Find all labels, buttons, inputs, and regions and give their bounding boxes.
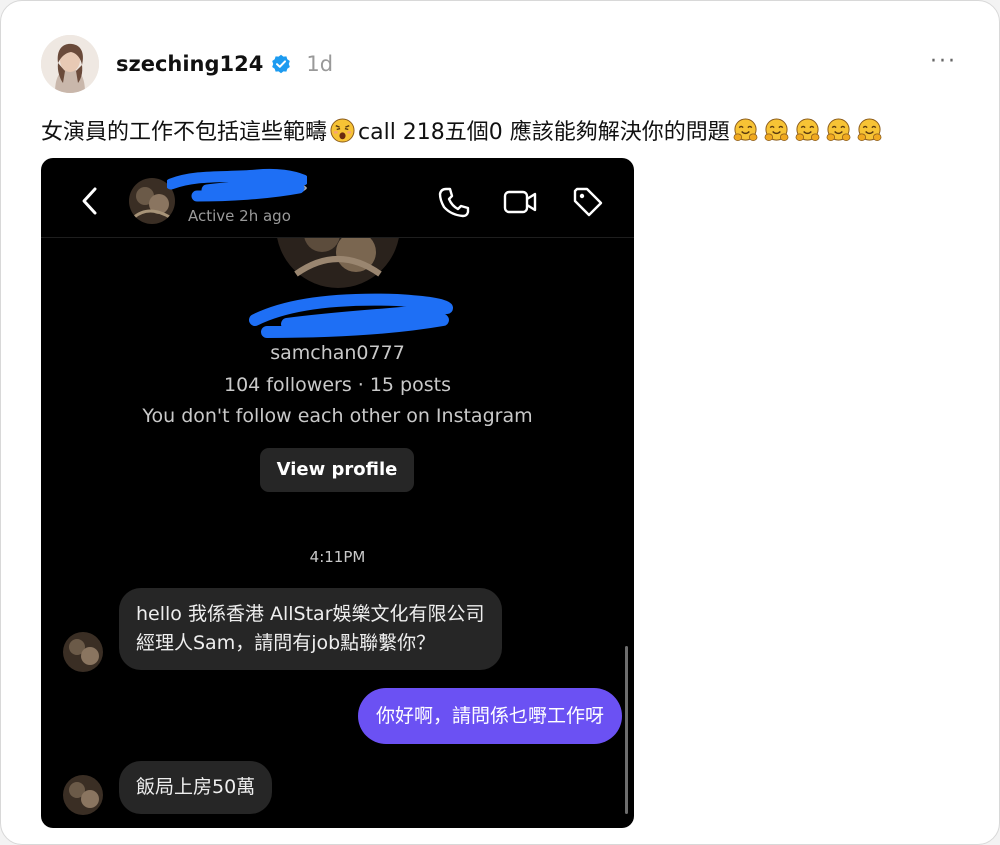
dm-topbar: n › Active 2h ago: [41, 158, 634, 238]
smiling-face-hands-icon: [764, 117, 789, 141]
post-timestamp[interactable]: 1d: [306, 52, 333, 76]
post-caption: 女演員的工作不包括這些範疇 call 218五個0 應該能夠解決你的問題: [41, 114, 885, 146]
active-status: Active 2h ago: [188, 207, 291, 225]
smiling-face-hands-icon: [857, 117, 882, 141]
video-call-icon[interactable]: [503, 185, 537, 219]
astonished-face-icon: [330, 117, 355, 143]
message-line: 經理人Sam，請問有job點聯繫你？: [136, 632, 436, 654]
smiling-face-hands-icon: [795, 117, 820, 141]
view-profile-button[interactable]: View profile: [260, 448, 414, 492]
verified-badge-icon: [272, 54, 291, 74]
post-card: szeching124 1d ··· 女演員的工作不包括這些範疇 call 21…: [0, 0, 1000, 845]
sender-avatar: [63, 775, 103, 815]
profile-handle: samchan0777: [270, 342, 405, 364]
smiling-face-hands-icon: [733, 117, 758, 141]
author-avatar[interactable]: [41, 35, 99, 93]
more-options-icon[interactable]: ···: [930, 49, 957, 74]
post-header: szeching124 1d: [41, 34, 333, 94]
sender-avatar: [63, 632, 103, 672]
redaction-scribble: [249, 293, 453, 338]
author-username[interactable]: szeching124: [116, 52, 263, 76]
message-line: hello 我係香港 AllStar娛樂文化有限公司: [136, 603, 485, 625]
profile-stats: 104 followers · 15 posts: [223, 374, 451, 396]
follow-status-note: You don't follow each other on Instagram: [142, 405, 533, 427]
incoming-message: 飯局上房50萬: [119, 761, 273, 814]
redaction-scribble: [167, 168, 307, 202]
incoming-message: hello 我係香港 AllStar娛樂文化有限公司 經理人Sam，請問有job…: [119, 588, 502, 670]
tag-icon[interactable]: [571, 185, 605, 219]
caption-text: 女演員的工作不包括這些範疇: [41, 120, 328, 145]
back-arrow-icon: [82, 187, 97, 215]
dm-profile-photo: [276, 238, 400, 288]
dm-screenshot[interactable]: n › Active 2h ago samchan0777 104 follow…: [41, 158, 634, 828]
message-timestamp: 4:11PM: [309, 548, 366, 566]
caption-text-2: call 218五個0 應該能夠解決你的問題: [358, 120, 730, 145]
outgoing-message: 你好啊，請問係乜嘢工作呀: [357, 688, 622, 744]
scrollbar[interactable]: [625, 646, 628, 814]
smiling-face-hands-icon: [826, 117, 851, 141]
phone-call-icon[interactable]: [437, 185, 471, 219]
